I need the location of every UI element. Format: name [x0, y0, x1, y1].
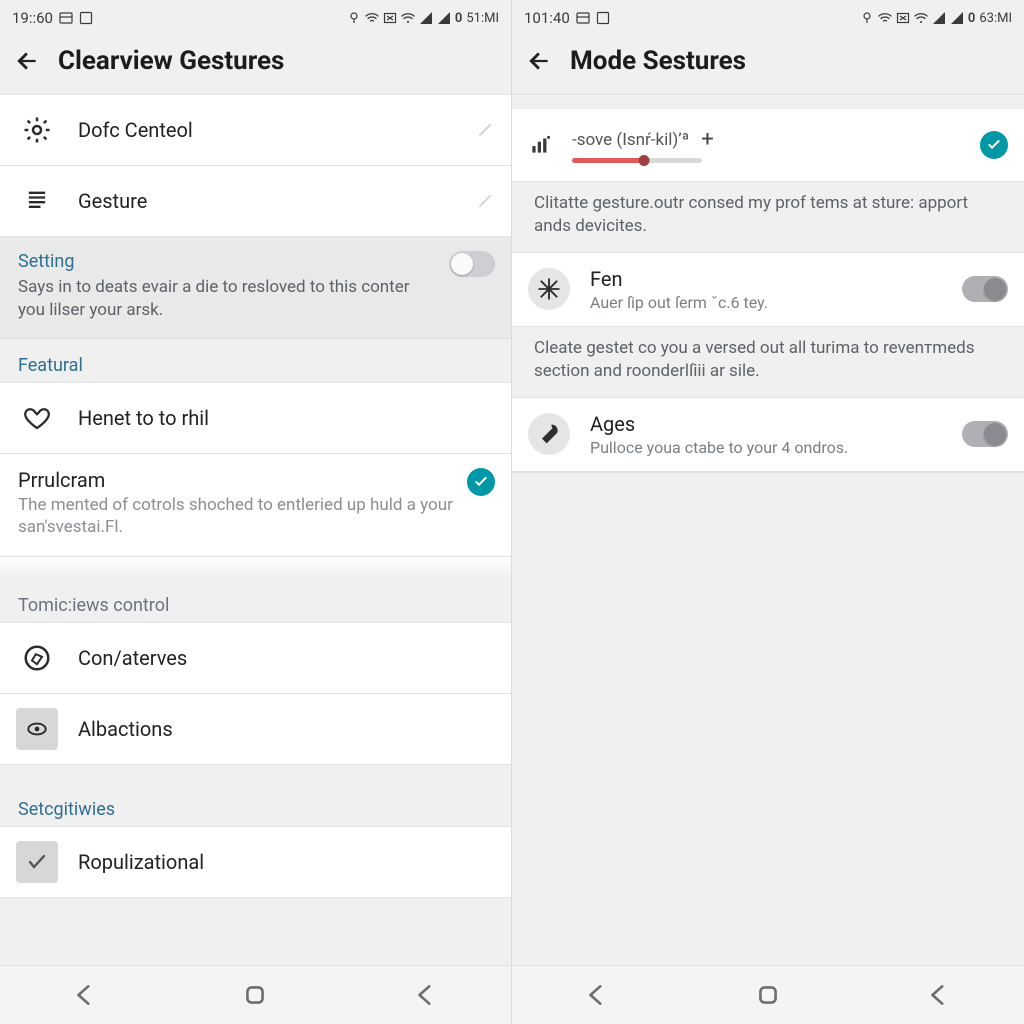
row-conaterves[interactable]: Con/aterves [0, 623, 511, 694]
nav-back-icon[interactable] [580, 978, 614, 1012]
row-label: -sove (Isnŕ-kil)’ª [572, 130, 689, 150]
section-header-setg: Setcgitiwies [0, 783, 511, 826]
phone-left: 19::60 [0, 0, 512, 1024]
wifi-icon [878, 11, 892, 25]
block-title: Prrulcram [18, 468, 453, 492]
section-sub: Says in to deats evair a die to resloved… [18, 276, 435, 322]
row-label: Gesture [78, 189, 455, 213]
block-sub: The mented of cotrols shoched to entleri… [18, 494, 453, 538]
fen-toggle[interactable] [962, 276, 1008, 302]
app-bar: Clearview Gestures [0, 32, 511, 95]
card2-icon [79, 11, 93, 25]
location-icon [860, 11, 874, 25]
status-right-text: 51:MI [466, 11, 499, 26]
check-badge-icon [467, 468, 495, 496]
box-x-icon [383, 11, 397, 25]
box-x-icon [896, 11, 910, 25]
status-bar: 19::60 [0, 0, 511, 32]
row-label: Ropulizational [78, 850, 495, 874]
row-fen[interactable]: Fen Auer ſip out ſerm ˇc.6 tey. [512, 253, 1024, 327]
signal2-icon [437, 11, 451, 25]
section-header: Setting [18, 251, 435, 272]
edit-icon[interactable] [475, 191, 495, 211]
back-icon[interactable] [526, 48, 552, 74]
lines-icon [16, 180, 58, 222]
row-dof-centeol[interactable]: Dofc Centeol [0, 95, 511, 166]
wrench-icon [528, 413, 570, 455]
status-time: 101:40 [524, 9, 570, 27]
compass-icon [16, 637, 58, 679]
plus-icon[interactable]: + [701, 127, 713, 152]
section-header-tomic: Tomic:iews control [0, 579, 511, 622]
nav-recent-icon[interactable] [922, 978, 956, 1012]
battery-glyph: 0 [455, 11, 462, 26]
wifi2-icon [401, 11, 415, 25]
note-1: Clitatte gesture.outr consed my prof tem… [512, 182, 1024, 252]
signal1-icon [932, 11, 946, 25]
check-badge-icon [980, 131, 1008, 159]
row-label: Fen [590, 267, 942, 291]
nav-home-icon[interactable] [238, 978, 272, 1012]
content: -sove (Isnŕ-kil)’ª + Clitatte gesture.ou… [512, 95, 1024, 965]
ages-toggle[interactable] [962, 421, 1008, 447]
status-time: 19::60 [12, 9, 53, 27]
status-right-text: 63:MI [979, 11, 1012, 26]
row-henet[interactable]: Henet to to rhil [0, 383, 511, 454]
row-sub: Auer ſip out ſerm ˇc.6 tey. [590, 293, 942, 312]
card1-icon [576, 11, 590, 25]
gear-icon [16, 109, 58, 151]
signal2-icon [950, 11, 964, 25]
row-gesture[interactable]: Gesture [0, 166, 511, 237]
nav-back-icon[interactable] [68, 978, 102, 1012]
page-title: Clearview Gestures [58, 46, 284, 76]
battery-glyph: 0 [968, 11, 975, 26]
note-2: Cleate gestet co you a versed out all tu… [512, 327, 1024, 397]
section-header-featural: Featural [0, 339, 511, 382]
checkmark-box-icon [16, 841, 58, 883]
wifi-icon [365, 11, 379, 25]
row-label: Albactions [78, 717, 495, 741]
barchart-icon [528, 132, 554, 158]
content: Dofc Centeol Gesture Setting Says in to … [0, 95, 511, 965]
page-title: Mode Sestures [570, 46, 746, 76]
status-bar: 101:40 [512, 0, 1024, 32]
row-albactions[interactable]: Albactions [0, 694, 511, 765]
row-ages[interactable]: Ages Pulloce youa ctabe to your 4 ondros… [512, 398, 1024, 472]
nav-bar [0, 965, 511, 1024]
setting-block: Setting Says in to deats evair a die to … [0, 237, 511, 339]
sove-slider[interactable] [572, 158, 702, 163]
setting-toggle[interactable] [449, 251, 495, 277]
snowflake-icon [528, 268, 570, 310]
app-bar: Mode Sestures [512, 32, 1024, 95]
card2-icon [596, 11, 610, 25]
nav-home-icon[interactable] [751, 978, 785, 1012]
phone-right: 101:40 [512, 0, 1024, 1024]
heart-icon [16, 397, 58, 439]
row-label: Ages [590, 412, 942, 436]
row-label: Henet to to rhil [78, 406, 495, 430]
nav-bar [512, 965, 1024, 1024]
row-ropulizational[interactable]: Ropulizational [0, 827, 511, 898]
nav-recent-icon[interactable] [409, 978, 443, 1012]
row-label: Dofc Centeol [78, 118, 455, 142]
wifi2-icon [914, 11, 928, 25]
row-label: Con/aterves [78, 646, 495, 670]
edit-icon[interactable] [475, 120, 495, 140]
location-icon [347, 11, 361, 25]
card1-icon [59, 11, 73, 25]
row-sub: Pulloce youa ctabe to your 4 ondros. [590, 438, 942, 457]
row-sove[interactable]: -sove (Isnŕ-kil)’ª + [512, 109, 1024, 182]
signal1-icon [419, 11, 433, 25]
back-icon[interactable] [14, 48, 40, 74]
prulcram-block[interactable]: Prrulcram The mented of cotrols shoched … [0, 454, 511, 557]
eye-icon [16, 708, 58, 750]
